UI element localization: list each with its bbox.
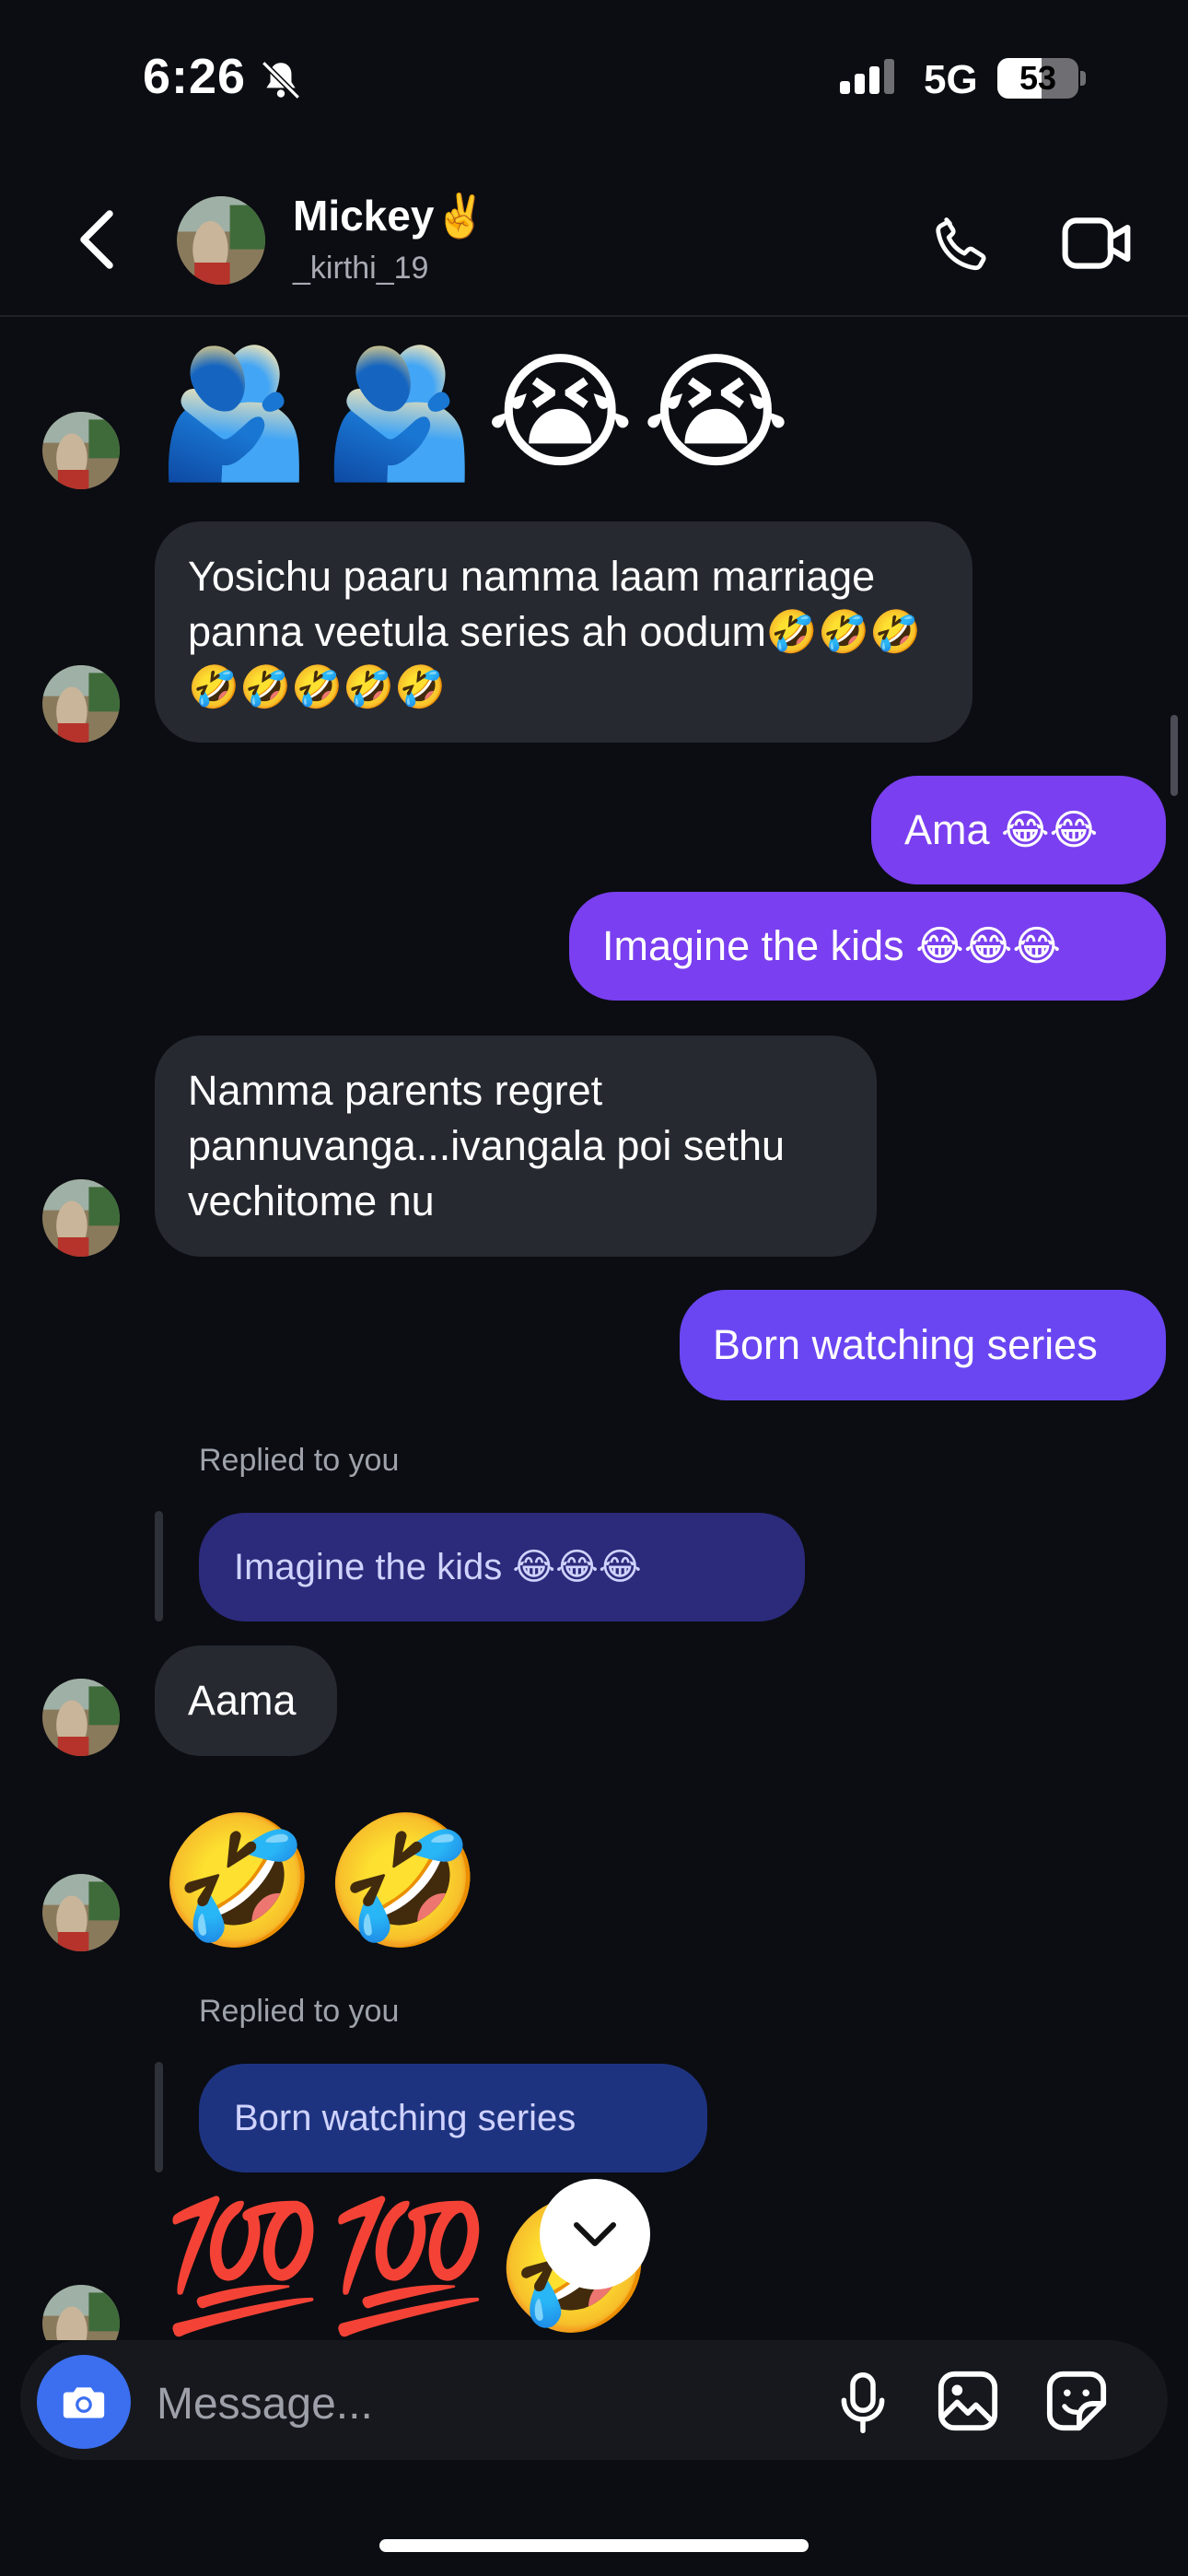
status-time: 6:26: [143, 49, 247, 104]
avatar[interactable]: [42, 1679, 120, 1756]
gallery-icon[interactable]: [936, 2368, 1000, 2434]
message-bubble-outgoing[interactable]: Ama 😂😂: [871, 776, 1166, 884]
avatar[interactable]: [42, 412, 120, 489]
back-icon[interactable]: [74, 207, 120, 272]
signal-icon: [840, 59, 899, 94]
avatar[interactable]: [42, 2285, 120, 2340]
scroll-to-bottom-button[interactable]: [540, 2179, 650, 2289]
message-bubble-incoming[interactable]: Yosichu paaru namma laam marriage panna …: [155, 521, 973, 743]
avatar[interactable]: [177, 196, 265, 285]
reply-label: Replied to you: [199, 1994, 400, 2029]
reply-bar: [155, 2062, 163, 2172]
video-icon[interactable]: [1061, 210, 1135, 276]
quoted-message[interactable]: Born watching series: [199, 2064, 707, 2172]
message-bubble-incoming[interactable]: Namma parents regret pannuvanga...ivanga…: [155, 1036, 877, 1257]
message-emoji-incoming[interactable]: 🤣🤣: [158, 1808, 490, 1955]
message-bubble-outgoing[interactable]: Born watching series: [680, 1290, 1166, 1400]
contact-username[interactable]: _kirthi_19: [293, 251, 428, 287]
phone-icon[interactable]: [928, 210, 995, 276]
reply-bar: [155, 1511, 163, 1622]
message-input[interactable]: [155, 2366, 803, 2441]
avatar[interactable]: [42, 665, 120, 743]
contact-name[interactable]: Mickey✌️: [293, 191, 487, 241]
bell-muted-icon: [262, 61, 300, 100]
quoted-message[interactable]: Imagine the kids 😂😂😂: [199, 1513, 805, 1622]
avatar[interactable]: [42, 1874, 120, 1951]
battery-icon: 53: [997, 58, 1078, 99]
sticker-icon[interactable]: [1044, 2368, 1109, 2434]
battery-level: 53: [1019, 59, 1057, 97]
scrollbar[interactable]: [1171, 715, 1178, 796]
battery-tip: [1080, 71, 1086, 86]
reply-label: Replied to you: [199, 1443, 400, 1478]
chevron-down-icon: [574, 2222, 616, 2246]
message-emoji-incoming[interactable]: 🫂🫂😭😭: [155, 339, 798, 486]
message-bubble-incoming[interactable]: Aama: [155, 1645, 337, 1756]
microphone-icon[interactable]: [833, 2370, 893, 2436]
home-indicator[interactable]: [379, 2539, 809, 2552]
header-divider: [0, 315, 1188, 317]
camera-icon: [63, 2387, 105, 2418]
network-type: 5G: [924, 57, 978, 102]
avatar[interactable]: [42, 1179, 120, 1257]
message-bubble-outgoing[interactable]: Imagine the kids 😂😂😂: [569, 892, 1166, 1001]
camera-button[interactable]: [37, 2355, 131, 2449]
